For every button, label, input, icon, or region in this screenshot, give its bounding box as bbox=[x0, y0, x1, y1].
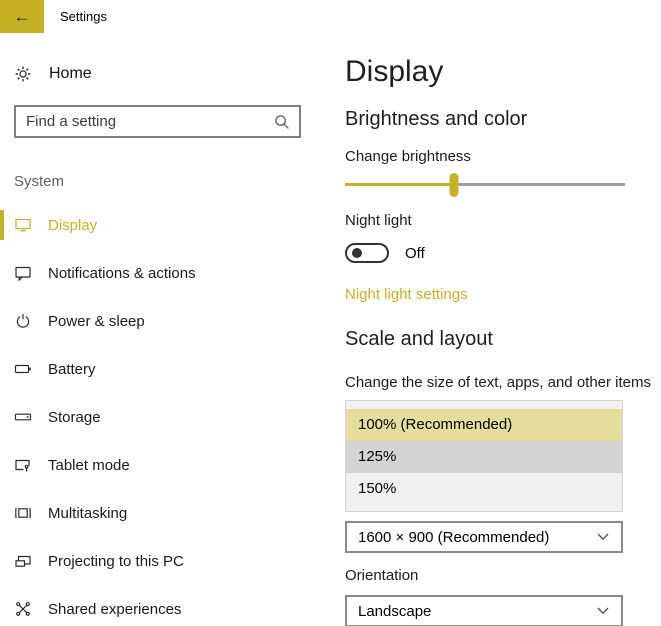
sidebar-item-label: Home bbox=[49, 65, 92, 83]
window-title: Settings bbox=[60, 9, 107, 24]
night-light-label: Night light bbox=[345, 211, 661, 231]
scale-option-100[interactable]: 100% (Recommended) bbox=[346, 409, 622, 441]
brightness-slider[interactable] bbox=[345, 175, 625, 195]
sidebar-item-label: Shared experiences bbox=[48, 601, 181, 618]
settings-window: ← Settings Home bbox=[0, 0, 661, 626]
page-title: Display bbox=[345, 55, 661, 89]
sidebar-item-label: Multitasking bbox=[48, 505, 127, 522]
sidebar-item-battery[interactable]: Battery bbox=[0, 345, 330, 393]
sidebar-item-display[interactable]: Display bbox=[0, 201, 330, 249]
sidebar-nav: Display Notifications & actions bbox=[0, 201, 330, 626]
sidebar-item-power-sleep[interactable]: Power & sleep bbox=[0, 297, 330, 345]
chevron-down-icon bbox=[597, 607, 609, 615]
titlebar: ← Settings bbox=[0, 0, 661, 33]
sidebar-item-label: Battery bbox=[48, 361, 96, 378]
resolution-select[interactable]: 1600 × 900 (Recommended) bbox=[345, 521, 623, 553]
sidebar-item-home[interactable]: Home bbox=[14, 60, 330, 88]
multitasking-icon bbox=[14, 504, 32, 522]
selected-indicator bbox=[0, 210, 4, 240]
sidebar-item-tablet-mode[interactable]: Tablet mode bbox=[0, 441, 330, 489]
night-light-state: Off bbox=[405, 245, 425, 262]
night-light-settings-link[interactable]: Night light settings bbox=[345, 285, 468, 305]
night-light-toggle-row: Off bbox=[345, 241, 661, 265]
notifications-icon bbox=[14, 264, 32, 282]
sidebar-item-label: Notifications & actions bbox=[48, 265, 196, 282]
sidebar-item-label: Tablet mode bbox=[48, 457, 130, 474]
search-box bbox=[14, 105, 301, 138]
scale-dropdown-label: Change the size of text, apps, and other… bbox=[345, 373, 661, 393]
orientation-select[interactable]: Landscape bbox=[345, 595, 623, 626]
back-button[interactable]: ← bbox=[0, 0, 44, 33]
gear-icon bbox=[14, 65, 32, 83]
brightness-section-heading: Brightness and color bbox=[345, 107, 661, 131]
scale-option-150[interactable]: 150% bbox=[346, 473, 622, 505]
brightness-slider-thumb[interactable] bbox=[450, 173, 459, 197]
power-icon bbox=[14, 312, 32, 330]
back-arrow-icon: ← bbox=[14, 7, 31, 27]
orientation-value: Landscape bbox=[347, 603, 431, 620]
sidebar-item-label: Storage bbox=[48, 409, 101, 426]
toggle-knob bbox=[352, 248, 362, 258]
sidebar-section-label: System bbox=[14, 172, 330, 192]
search-input[interactable] bbox=[16, 107, 274, 136]
orientation-label: Orientation bbox=[345, 566, 661, 586]
storage-icon bbox=[14, 408, 32, 426]
scale-dropdown-list: 100% (Recommended) 125% 150% bbox=[345, 400, 623, 512]
main-content: Display Brightness and color Change brig… bbox=[330, 33, 661, 626]
shared-experiences-icon bbox=[14, 600, 32, 618]
night-light-toggle[interactable] bbox=[345, 243, 389, 263]
projecting-icon bbox=[14, 552, 32, 570]
scale-option-125[interactable]: 125% bbox=[346, 441, 622, 473]
display-icon bbox=[14, 216, 32, 234]
sidebar-item-multitasking[interactable]: Multitasking bbox=[0, 489, 330, 537]
tablet-mode-icon bbox=[14, 456, 32, 474]
brightness-slider-label: Change brightness bbox=[345, 147, 661, 167]
chevron-down-icon bbox=[597, 533, 609, 541]
sidebar-item-shared-experiences[interactable]: Shared experiences bbox=[0, 585, 330, 626]
sidebar-item-notifications[interactable]: Notifications & actions bbox=[0, 249, 330, 297]
brightness-slider-fill bbox=[345, 183, 454, 186]
sidebar-item-label: Projecting to this PC bbox=[48, 553, 184, 570]
sidebar-item-storage[interactable]: Storage bbox=[0, 393, 330, 441]
sidebar-item-projecting[interactable]: Projecting to this PC bbox=[0, 537, 330, 585]
scale-section-heading: Scale and layout bbox=[345, 327, 661, 351]
battery-icon bbox=[14, 360, 32, 378]
resolution-value: 1600 × 900 (Recommended) bbox=[347, 529, 549, 546]
sidebar: Home System bbox=[0, 33, 330, 626]
sidebar-item-label: Display bbox=[48, 217, 97, 234]
search-icon[interactable] bbox=[274, 114, 290, 130]
sidebar-item-label: Power & sleep bbox=[48, 313, 145, 330]
